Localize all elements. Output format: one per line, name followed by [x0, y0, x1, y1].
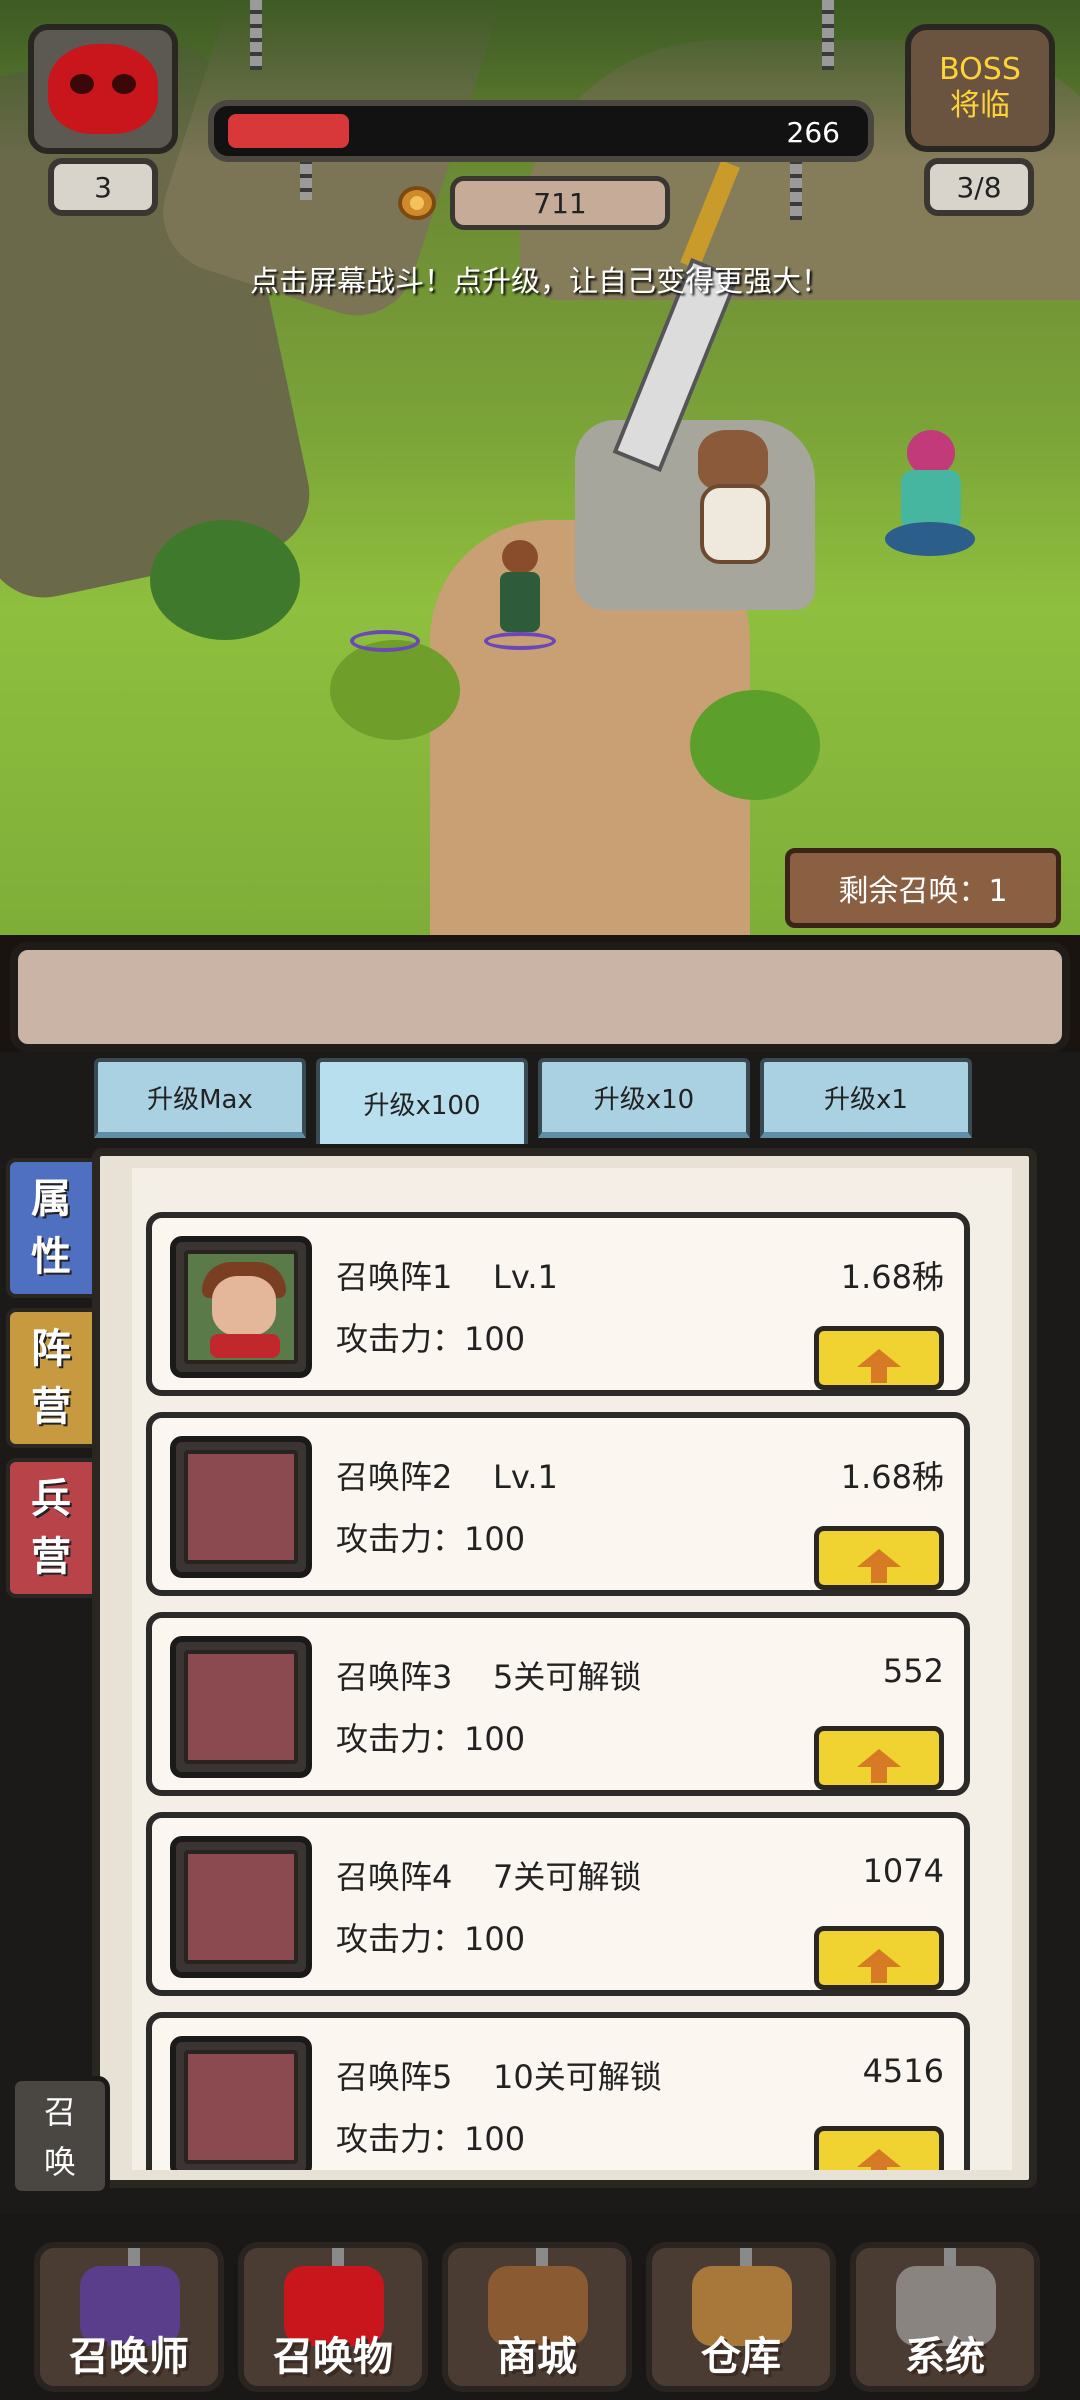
hook-icon: [128, 2248, 140, 2266]
summon-circle: [350, 630, 420, 652]
remaining-summons: 剩余召唤：1: [785, 848, 1061, 928]
nav-label: 商城: [497, 2334, 577, 2380]
chain: [822, 0, 834, 70]
hp-fill: [228, 114, 349, 148]
tab-upgrade-max[interactable]: 升级Max: [94, 1058, 306, 1138]
card-title: 召唤阵4 7关可解锁: [336, 1858, 642, 1896]
chain: [250, 0, 262, 70]
hook-icon: [740, 2248, 752, 2266]
card-attack: 攻击力：100: [336, 2120, 526, 2158]
tab-camp[interactable]: 阵 营: [6, 1308, 96, 1448]
summon-side-char: 唤: [43, 2143, 76, 2181]
nav-warehouse[interactable]: 仓库: [646, 2242, 836, 2392]
summon-side-char: 召: [43, 2093, 76, 2131]
up-arrow-icon: [857, 1749, 901, 1783]
wave-progress: 3/8: [924, 158, 1034, 216]
demon-skull-icon: [48, 44, 158, 134]
up-arrow-icon: [857, 1349, 901, 1383]
locked-portrait: [170, 1436, 312, 1578]
card-cost: 4516: [862, 2052, 944, 2090]
upgrade-button[interactable]: [814, 1726, 944, 1790]
hook-icon: [536, 2248, 548, 2266]
nav-summoner[interactable]: 召唤师: [34, 2242, 224, 2392]
tab-upgrade-x1[interactable]: 升级x1: [760, 1058, 972, 1138]
upgrade-amount-tabs: 升级Max 升级x100 升级x10 升级x1: [94, 1058, 994, 1144]
coin-icon: [398, 186, 436, 220]
boss-hp-bar: 266: [208, 100, 874, 162]
boss-challenge-button[interactable]: BOSS 将临: [905, 24, 1055, 152]
tab-upgrade-x100[interactable]: 升级x100: [316, 1058, 528, 1144]
tab-attributes-char: 性: [31, 1234, 71, 1280]
card-attack: 攻击力：100: [336, 1720, 526, 1758]
hook-icon: [944, 2248, 956, 2266]
hero-portrait: [170, 1236, 312, 1378]
card-title: 召唤阵3 5关可解锁: [336, 1658, 642, 1696]
tab-barracks[interactable]: 兵 营: [6, 1458, 96, 1598]
card-cost: 1074: [862, 1852, 944, 1890]
up-arrow-icon: [857, 1549, 901, 1583]
card-attack: 攻击力：100: [336, 1920, 526, 1958]
list-item: 召唤阵3 5关可解锁 攻击力：100 552: [146, 1612, 970, 1796]
tab-attributes[interactable]: 属 性: [6, 1158, 96, 1298]
card-attack: 攻击力：100: [336, 1320, 526, 1358]
nav-label: 仓库: [701, 2334, 781, 2380]
card-cost: 1.68秭: [840, 1258, 944, 1296]
wolf-enemy[interactable]: [690, 430, 780, 570]
tab-barracks-char: 营: [31, 1534, 71, 1580]
locked-portrait: [170, 1836, 312, 1978]
up-arrow-icon: [857, 2149, 901, 2170]
card-cost: 1.68秭: [840, 1458, 944, 1496]
upgrade-button[interactable]: [814, 2126, 944, 2170]
coin-count: 711: [450, 176, 670, 230]
list-item: 召唤阵1 Lv.1 攻击力：100 1.68秭: [146, 1212, 970, 1396]
upgrade-button[interactable]: [814, 1526, 944, 1590]
grass-bush: [690, 690, 820, 800]
flower-bush: [150, 520, 300, 640]
locked-portrait: [170, 1636, 312, 1778]
tab-camp-char: 阵: [31, 1326, 71, 1372]
up-arrow-icon: [857, 1949, 901, 1983]
list-item: 召唤阵5 10关可解锁 攻击力：100 4516: [146, 2012, 970, 2170]
card-title: 召唤阵5 10关可解锁: [336, 2058, 662, 2096]
tab-camp-char: 营: [31, 1384, 71, 1430]
bottom-nav: 召唤师 召唤物 商城 仓库 系统: [0, 2214, 1080, 2400]
naga-enemy[interactable]: [885, 430, 975, 560]
nav-label: 召唤师: [69, 2334, 189, 2380]
nav-label: 召唤物: [273, 2334, 393, 2380]
summoner-hero: [484, 540, 556, 650]
nav-label: 系统: [905, 2334, 985, 2380]
boss-label: BOSS: [939, 52, 1021, 87]
tap-hint: 点击屏幕战斗！点升级，让自己变得更强大！: [249, 264, 830, 298]
nav-shop[interactable]: 商城: [442, 2242, 632, 2392]
tab-barracks-char: 兵: [31, 1476, 71, 1522]
grass-bush: [330, 640, 460, 740]
list-item: 召唤阵2 Lv.1 攻击力：100 1.68秭: [146, 1412, 970, 1596]
card-title: 召唤阵1 Lv.1: [336, 1258, 558, 1296]
stage-level: 3: [48, 158, 158, 216]
hp-value: 266: [786, 116, 840, 149]
card-title: 召唤阵2 Lv.1: [336, 1458, 558, 1496]
upgrade-button[interactable]: [814, 1926, 944, 1990]
card-cost: 552: [882, 1652, 944, 1690]
panel-banner: [10, 942, 1070, 1052]
hook-icon: [332, 2248, 344, 2266]
summon-circle-list[interactable]: 召唤阵1 Lv.1 攻击力：100 1.68秭 召唤阵2 Lv.1 攻击力：100 1.6…: [132, 1168, 1012, 2170]
nav-summons[interactable]: 召唤物: [238, 2242, 428, 2392]
tab-attributes-char: 属: [31, 1176, 71, 1222]
boss-portrait[interactable]: [28, 24, 178, 154]
tab-upgrade-x10[interactable]: 升级x10: [538, 1058, 750, 1138]
card-attack: 攻击力：100: [336, 1520, 526, 1558]
list-item: 召唤阵4 7关可解锁 攻击力：100 1074: [146, 1812, 970, 1996]
nav-system[interactable]: 系统: [850, 2242, 1040, 2392]
locked-portrait: [170, 2036, 312, 2170]
upgrade-button[interactable]: [814, 1326, 944, 1390]
summon-side-tab[interactable]: 召 唤: [10, 2076, 110, 2196]
boss-subtitle: 将临: [950, 88, 1010, 123]
